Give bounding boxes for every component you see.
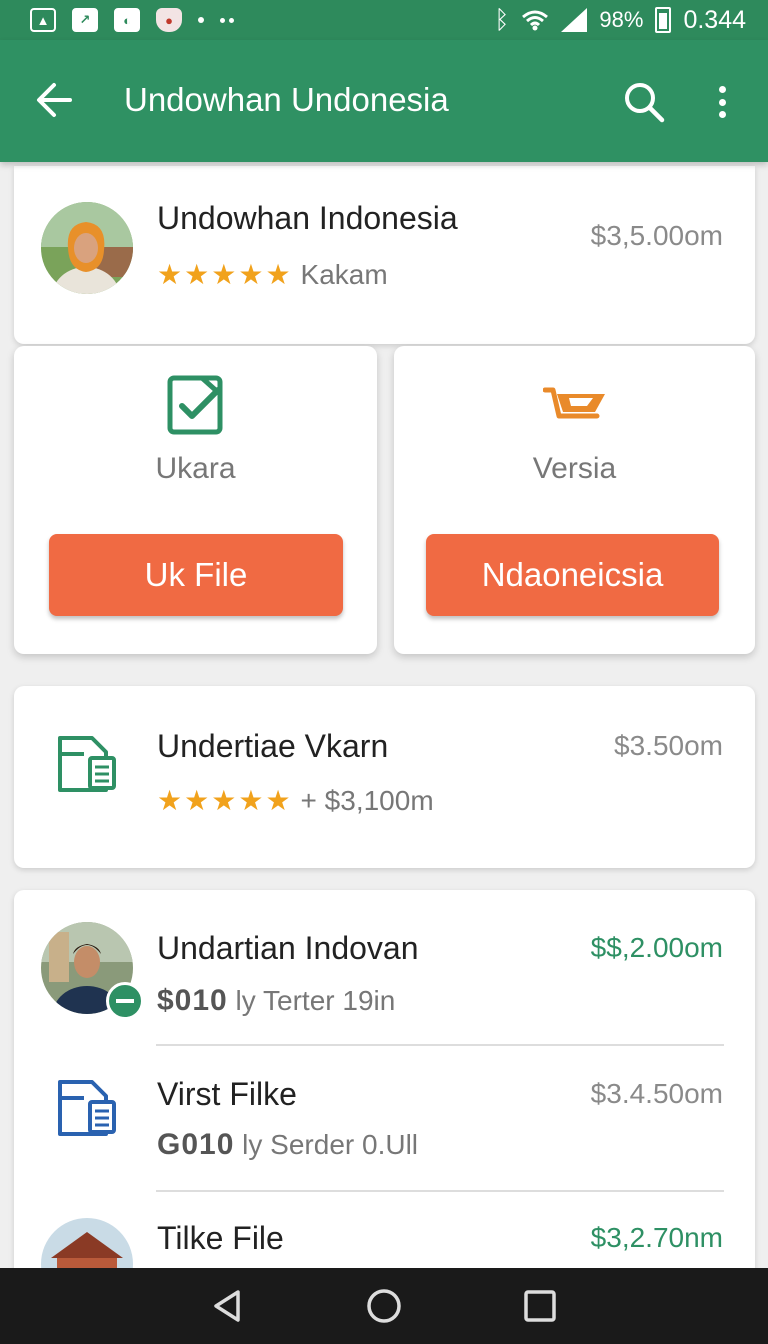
battery-percent: 98% [599,7,644,32]
clock: 0.344 [683,5,746,34]
chart-icon: ↗ [72,8,98,32]
list-item-subtitle: $010 ly Terter 19in [157,984,395,1018]
recents-nav-icon[interactable] [520,1286,560,1326]
search-icon[interactable] [622,80,666,124]
whatsapp-icon: ◐ [114,8,140,32]
arrow-left-icon[interactable] [34,80,74,120]
star-icon: ★ [184,785,210,816]
status-bar: ▲ ↗ ◐ ● ᛒ 98% 0.344 [0,0,768,40]
signal-icon [561,8,588,32]
rating-label: Kakam [300,258,388,290]
action-label: Ukara [155,452,236,485]
list-item-detail: ly Terter 19in [235,985,396,1016]
navigation-bar [0,1268,768,1344]
image-icon: ▲ [30,8,56,32]
document-extra: + $3,100m [300,784,434,816]
battery-icon [655,7,672,33]
ndaoneicsia-button[interactable]: Ndaoneicsia [426,534,719,616]
bluetooth-icon: ᛒ [494,5,510,34]
list-item-title: Undartian Indovan [157,930,419,966]
action-label: Versia [532,452,617,485]
rating-stars: ★ ★ ★ ★ ★ Kakam [157,258,388,291]
list-item[interactable]: Tilke File $3,2.70nm [14,1192,755,1280]
list-item[interactable]: Virst Filke G010 ly Serder 0.Ull $3.4.50… [14,1046,755,1190]
avatar [41,202,133,294]
wifi-icon [522,10,549,31]
checklist-icon [167,375,222,435]
document-card[interactable]: Undertiae Vkarn ★ ★ ★ ★ ★ + $3,100m $3.5… [14,686,755,868]
page-title: Undowhan Undonesia [124,81,449,118]
list-item-subtitle: G010 ly Serder 0.Ull [157,1128,418,1162]
profile-name: Undowhan Indonesia [157,200,458,236]
document-icon [58,1080,116,1136]
list-item-price: $3,2.70nm [590,1222,723,1253]
action-card-versia: Versia Ndaoneicsia [394,346,755,654]
star-icon: ★ [157,785,183,816]
home-nav-icon[interactable] [364,1286,404,1326]
list-item-detail: ly Serder 0.Ull [242,1129,419,1160]
file-list: Undartian Indovan $010 ly Terter 19in $$… [14,890,755,1280]
action-card-ukara: Ukara Uk File [14,346,377,654]
star-icon: ★ [211,259,237,290]
star-icon: ★ [184,259,210,290]
app-bar: Undowhan Undonesia [0,40,768,162]
profile-card[interactable]: Undowhan Indonesia ★ ★ ★ ★ ★ Kakam $3,5.… [14,166,755,344]
rating-stars: ★ ★ ★ ★ ★ + $3,100m [157,784,434,817]
list-item[interactable]: Undartian Indovan $010 ly Terter 19in $$… [14,890,755,1044]
star-icon: ★ [238,785,264,816]
cart-icon [542,387,605,419]
more-vert-icon[interactable] [708,82,736,122]
star-icon: ★ [211,785,237,816]
document-title: Undertiae Vkarn [157,728,389,764]
document-icon [58,736,116,792]
document-price: $3.50om [614,730,723,761]
add-badge-icon[interactable] [106,982,144,1020]
dot-icon [198,17,204,23]
more-dots-icon [220,17,234,23]
shield-icon: ● [156,8,182,32]
list-item-code: $010 [157,984,228,1017]
list-item-price: $$,2.00om [590,932,723,963]
list-item-title: Virst Filke [157,1076,297,1112]
list-item-title: Tilke File [157,1220,284,1256]
profile-price: $3,5.00om [590,220,723,251]
star-icon: ★ [265,259,291,290]
uk-file-button[interactable]: Uk File [49,534,343,616]
star-icon: ★ [157,259,183,290]
back-nav-icon[interactable] [208,1286,248,1326]
list-item-price: $3.4.50om [590,1078,723,1109]
star-icon: ★ [265,785,291,816]
list-item-code: G010 [157,1128,235,1161]
star-icon: ★ [238,259,264,290]
